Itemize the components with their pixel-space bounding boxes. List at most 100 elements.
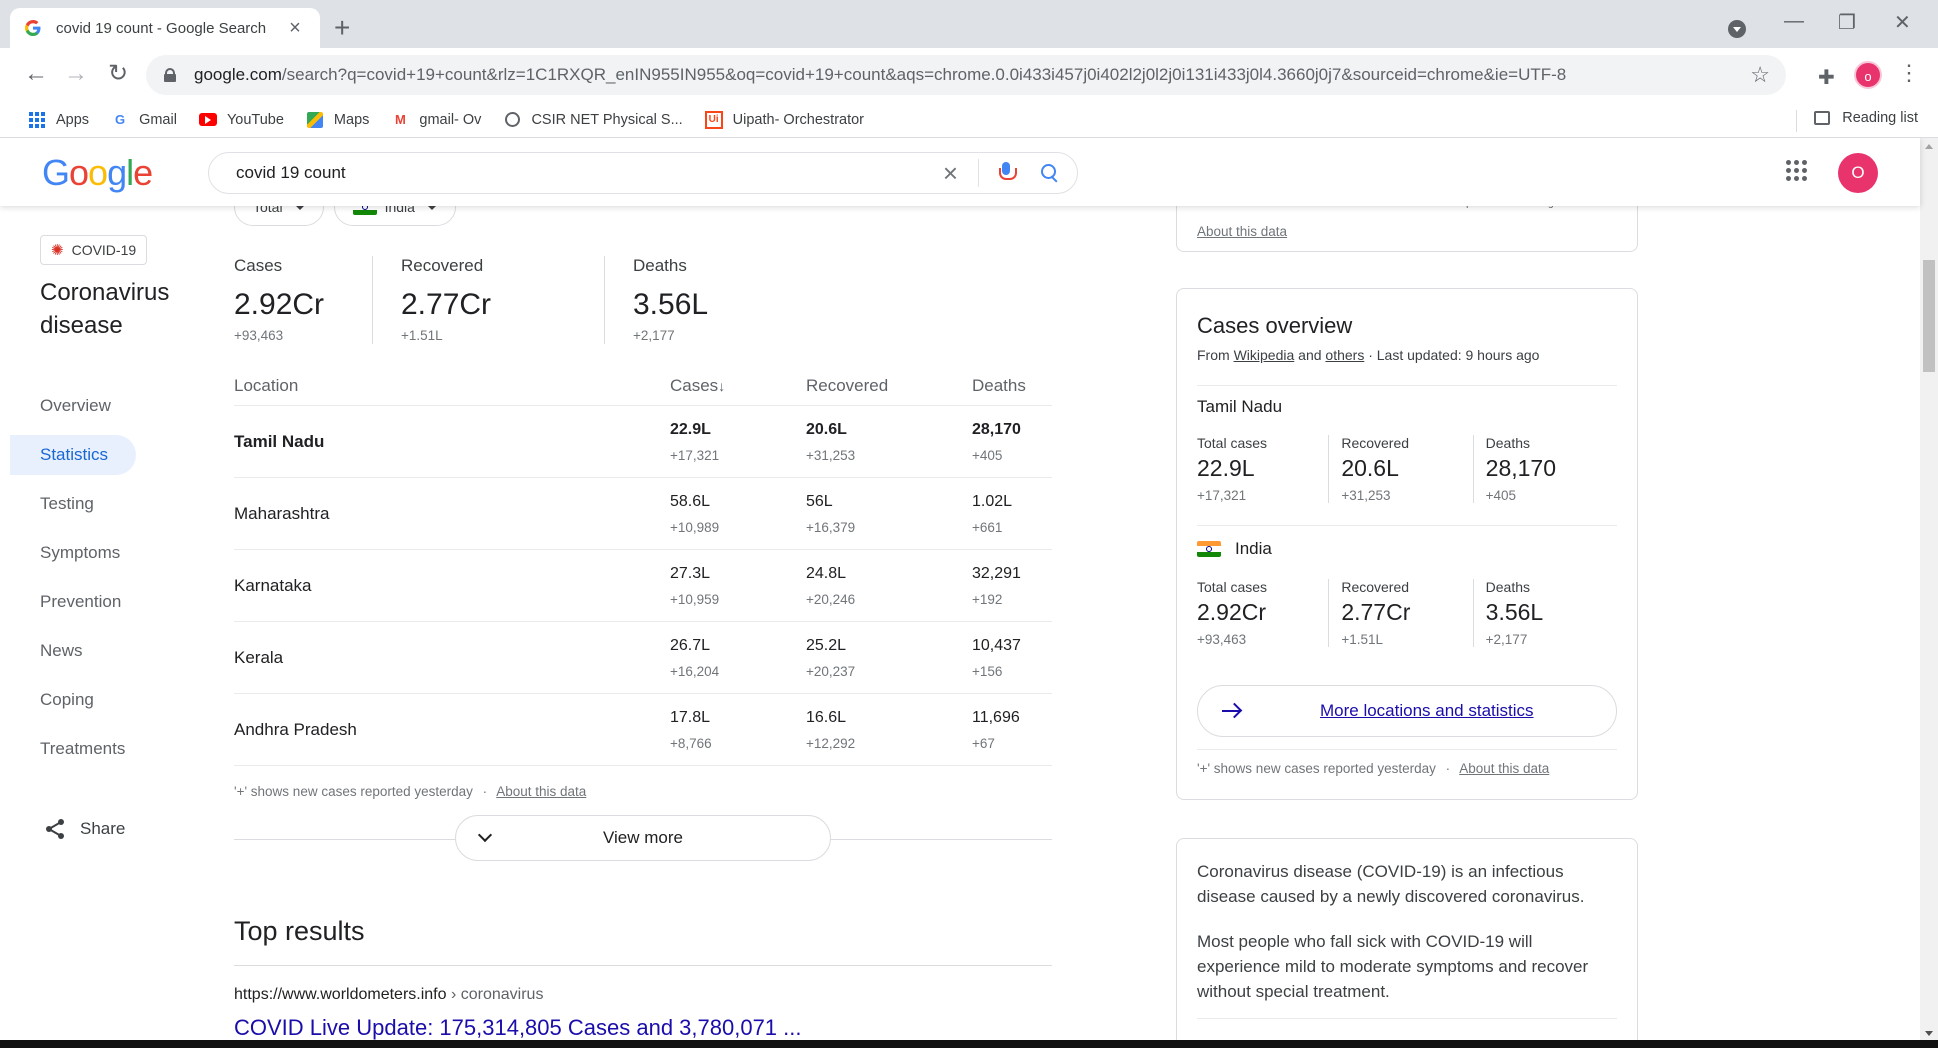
forward-icon[interactable]: →: [60, 58, 92, 90]
back-icon[interactable]: ←: [20, 58, 52, 90]
wikipedia-link[interactable]: Wikipedia: [1234, 347, 1295, 363]
more-locations-button[interactable]: More locations and statistics: [1197, 685, 1617, 737]
column-header-cases[interactable]: Cases↓: [670, 376, 806, 396]
url-text[interactable]: google.com/search?q=covid+19+count&rlz=1…: [194, 65, 1750, 85]
browser-menu-icon[interactable]: ⋮: [1898, 60, 1920, 86]
source-text: From: [1197, 347, 1234, 363]
cell-deaths: 32,291 +192: [972, 565, 1052, 607]
extensions-icon[interactable]: ✚: [1818, 65, 1835, 90]
result-cite[interactable]: https://www.worldometers.info › coronavi…: [234, 986, 543, 1004]
india-flag-icon: [1197, 541, 1221, 557]
stat-label: Deaths: [1485, 435, 1531, 451]
search-icon[interactable]: [1041, 164, 1059, 182]
stat-value: 22.9L: [1197, 455, 1255, 481]
account-avatar[interactable]: O: [1838, 153, 1878, 193]
region-stats-tamil-nadu: Total cases 22.9L +17,321 Recovered 20.6…: [1197, 435, 1617, 503]
top-results-divider: [234, 965, 1052, 966]
scroll-up-icon[interactable]: [1925, 144, 1933, 149]
sidebar-item-treatments[interactable]: Treatments: [10, 729, 136, 769]
stat-label: Total cases: [1197, 579, 1268, 595]
bookmark-maps[interactable]: Maps: [306, 111, 369, 129]
bookmark-youtube[interactable]: YouTube: [198, 111, 284, 129]
tab-search-icon[interactable]: [1728, 20, 1746, 38]
bookmark-gmail[interactable]: G Gmail: [111, 111, 177, 129]
bookmark-gmail-ov[interactable]: M gmail- Ov: [391, 111, 481, 129]
about-data-link[interactable]: About this data: [496, 784, 586, 799]
search-box[interactable]: covid 19 count ×: [208, 152, 1078, 194]
more-locations-label: More locations and statistics: [1320, 701, 1534, 720]
minimize-icon[interactable]: —: [1784, 10, 1804, 33]
cell-recovered: 20.6L +31,253: [806, 421, 972, 463]
covid-chip-label: COVID-19: [71, 242, 137, 258]
table-row[interactable]: Karnataka 27.3L +10,959 24.8L +20,246 32,291 +…: [234, 550, 1052, 622]
google-apps-icon[interactable]: [1786, 160, 1807, 181]
stat-label: Recovered: [1341, 579, 1410, 595]
cell-location: Maharashtra: [234, 503, 330, 523]
card-divider: [1197, 749, 1617, 750]
microphone-icon[interactable]: [999, 162, 1017, 184]
address-bar[interactable]: google.com/search?q=covid+19+count&rlz=1…: [146, 55, 1786, 95]
sidebar-item-news[interactable]: News: [10, 631, 136, 671]
cases-overview-title: Cases overview: [1197, 313, 1353, 338]
bookmark-csir[interactable]: CSIR NET Physical S...: [503, 111, 683, 129]
bookmark-apps[interactable]: Apps: [28, 111, 89, 129]
description-card: Coronavirus disease (COVID-19) is an inf…: [1176, 838, 1638, 1048]
cell-value: 20.6L: [806, 420, 847, 438]
bookmark-star-icon[interactable]: ☆: [1750, 62, 1770, 88]
lock-icon[interactable]: [164, 68, 176, 82]
source-text: and: [1294, 347, 1326, 363]
cell-delta: +17,321: [670, 447, 720, 463]
clear-search-icon[interactable]: ×: [943, 158, 958, 189]
bookmark-uipath[interactable]: Ui Uipath- Orchestrator: [704, 110, 864, 129]
table-row[interactable]: Maharashtra 58.6L +10,989 56L +16,379 1.02L +6…: [234, 478, 1052, 550]
url-path: /search?q=covid+19+count&rlz=1C1RXQR_enI…: [281, 65, 1567, 84]
sidebar-item-coping[interactable]: Coping: [10, 680, 136, 720]
scrollbar-thumb[interactable]: [1923, 260, 1935, 372]
restore-icon[interactable]: ❐: [1838, 10, 1856, 35]
share-label: Share: [80, 819, 126, 838]
close-window-icon[interactable]: ✕: [1894, 10, 1911, 35]
table-row[interactable]: Kerala 26.7L +16,204 25.2L +20,237 10,437 +156: [234, 622, 1052, 694]
browser-toolbar: ← → ↻ google.com/search?q=covid+19+count…: [0, 48, 1938, 102]
stat-value: 2.77Cr: [1341, 599, 1411, 625]
page-content: Google covid 19 count × O ✺ COVID-19 Cor…: [0, 138, 1938, 1048]
search-input[interactable]: covid 19 count: [236, 163, 943, 183]
reload-icon[interactable]: ↻: [102, 58, 134, 90]
view-more-button[interactable]: View more: [455, 815, 831, 861]
table-row[interactable]: Andhra Pradesh 17.8L +8,766 16.6L +12,292 11,…: [234, 694, 1052, 766]
apps-grid-icon: [28, 111, 46, 129]
sidebar-item-symptoms[interactable]: Symptoms: [10, 533, 136, 573]
about-data-link[interactable]: About this data: [1197, 224, 1287, 239]
cell-value: 1.02L: [972, 492, 1013, 510]
about-data-link[interactable]: About this data: [1459, 761, 1549, 776]
column-header-deaths[interactable]: Deaths: [972, 376, 1052, 396]
new-tab-icon[interactable]: +: [334, 12, 350, 44]
column-header-recovered[interactable]: Recovered: [806, 376, 972, 396]
table-row[interactable]: Tamil Nadu 22.9L +17,321 20.6L +31,253 28,170…: [234, 406, 1052, 478]
sidebar-item-overview[interactable]: Overview: [10, 386, 136, 426]
search-divider: [978, 159, 979, 187]
page-scrollbar[interactable]: [1920, 138, 1938, 1048]
sidebar-item-prevention[interactable]: Prevention: [10, 582, 136, 622]
sidebar-item-testing[interactable]: Testing: [10, 484, 136, 524]
summary-label: Deaths: [633, 256, 687, 275]
cell-value: 56L: [806, 492, 833, 510]
google-logo[interactable]: Google: [42, 152, 153, 194]
scroll-down-icon[interactable]: [1925, 1031, 1933, 1036]
cell-deaths: 28,170 +405: [972, 421, 1052, 463]
tab-close-icon[interactable]: ×: [284, 17, 306, 40]
region-name-tamil-nadu: Tamil Nadu: [1197, 397, 1283, 416]
globe-icon: [503, 111, 521, 129]
bookmark-label: YouTube: [226, 111, 284, 128]
bookmark-label: CSIR NET Physical S...: [531, 111, 683, 128]
deaths-stat: Deaths 28,170 +405: [1472, 435, 1617, 503]
others-link[interactable]: others: [1325, 347, 1364, 363]
browser-tab[interactable]: covid 19 count - Google Search ×: [10, 8, 320, 48]
region-stats-india: Total cases 2.92Cr +93,463 Recovered 2.7…: [1197, 579, 1617, 647]
result-title-link[interactable]: COVID Live Update: 175,314,805 Cases and…: [234, 1015, 802, 1041]
reading-list-button[interactable]: Reading list: [1814, 110, 1918, 126]
column-header-location[interactable]: Location: [234, 376, 670, 396]
share-button[interactable]: Share: [44, 818, 125, 840]
sidebar-item-statistics[interactable]: Statistics: [10, 435, 136, 475]
profile-avatar[interactable]: o: [1854, 61, 1882, 89]
